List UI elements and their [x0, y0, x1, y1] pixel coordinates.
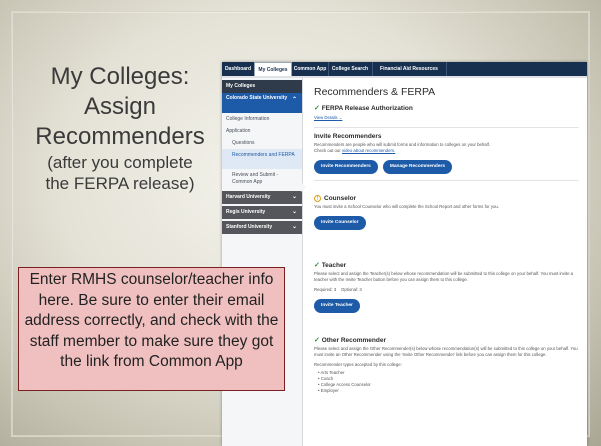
- counselor-heading: Counselor: [324, 195, 357, 202]
- video-link[interactable]: video about recommenders.: [342, 148, 395, 153]
- check-icon: ✓: [314, 105, 320, 112]
- view-details-label: View Details: [314, 115, 338, 120]
- warning-icon: !: [314, 195, 321, 202]
- sidebar-college-colorado[interactable]: Colorado State University ⌃: [222, 93, 302, 113]
- sidebar-item-recommenders[interactable]: Recommenders and FERPA: [222, 149, 302, 169]
- title-line-2: Assign: [83, 93, 157, 120]
- tab-college-search[interactable]: College Search: [328, 62, 373, 76]
- manage-recommenders-button[interactable]: Manage Recommenders: [382, 160, 453, 174]
- subtitle-line-1: (after you complete: [47, 153, 193, 172]
- college-name: Harvard University: [226, 194, 271, 200]
- invite-text-2: Check out our: [314, 148, 341, 153]
- tab-common-app[interactable]: Common App: [292, 62, 329, 76]
- college-name: Colorado State University: [226, 95, 288, 101]
- sidebar-college-harvard[interactable]: Harvard University ⌄: [222, 191, 302, 204]
- college-name: Stanford University: [226, 224, 273, 230]
- other-heading: Other Recommender: [321, 337, 386, 344]
- list-item: Employer: [318, 388, 579, 394]
- page-title: Recommenders & FERPA: [314, 86, 436, 98]
- required-count: Required: 3: [314, 287, 337, 292]
- chevron-down-icon: ⌄: [291, 209, 297, 215]
- sidebar-header: My Colleges: [222, 80, 302, 93]
- invite-section: Invite Recommenders Recommenders are peo…: [314, 133, 579, 181]
- title-line-1: My Colleges:: [50, 63, 190, 90]
- counselor-section: ! Counselor You must invite a School Coun…: [314, 195, 579, 230]
- accepted-types-label: Recommender types accepted by this colle…: [314, 362, 402, 367]
- ferpa-section: ✓ FERPA Release Authorization View Detai…: [314, 104, 579, 128]
- sidebar-item-review-submit[interactable]: Review and Submit - Common App: [222, 169, 302, 189]
- tab-dashboard[interactable]: Dashboard: [222, 62, 255, 76]
- optional-count: Optional: 3: [341, 287, 362, 292]
- top-nav: Dashboard My Colleges Common App College…: [222, 62, 587, 78]
- invite-text-1: Recommenders are people who will submit …: [314, 142, 491, 147]
- college-name: Regis University: [226, 209, 266, 215]
- invite-teacher-button[interactable]: Invite Teacher: [314, 299, 360, 313]
- main-content: Recommenders & FERPA ✓ FERPA Release Aut…: [304, 78, 587, 446]
- sidebar-item-questions[interactable]: Questions: [222, 137, 302, 149]
- teacher-text: Please select and assign the Teacher(s) …: [314, 271, 574, 282]
- ferpa-heading: FERPA Release Authorization: [321, 105, 413, 112]
- tab-financial-aid[interactable]: Financial Aid Resources: [372, 62, 447, 76]
- invite-heading: Invite Recommenders: [314, 133, 382, 140]
- chevron-down-icon: ⌄: [291, 194, 297, 200]
- invite-recommenders-button[interactable]: Invite Recommenders: [314, 160, 378, 174]
- chevron-down-icon: ⌄: [291, 224, 297, 230]
- check-icon: ✓: [314, 262, 320, 269]
- sidebar-college-stanford[interactable]: Stanford University ⌄: [222, 221, 302, 234]
- divider: [314, 127, 579, 128]
- sidebar-college-regis[interactable]: Regis University ⌄: [222, 206, 302, 219]
- invite-text: Recommenders are people who will submit …: [314, 142, 579, 154]
- check-icon: ✓: [314, 337, 320, 344]
- slide-title: My Colleges: Assign Recommenders (after …: [22, 62, 218, 194]
- teacher-heading: Teacher: [321, 262, 347, 269]
- recommender-types-list: Arts Teacher Coach College Access Counse…: [318, 370, 579, 394]
- divider: [314, 180, 579, 181]
- teacher-section: ✓ Teacher Please select and assign the T…: [314, 261, 579, 313]
- teacher-counts: Required: 3 Optional: 3: [314, 287, 579, 293]
- subtitle-line-2: the FERPA release): [45, 174, 195, 193]
- other-text: Please select and assign the Other Recom…: [314, 346, 578, 357]
- invite-counselor-button[interactable]: Invite Counselor: [314, 216, 366, 230]
- sidebar-item-application[interactable]: Application: [222, 125, 302, 137]
- other-recommender-section: ✓ Other Recommender Please select and as…: [314, 336, 579, 394]
- instruction-callout: Enter RMHS counselor/teacher info here. …: [18, 267, 285, 391]
- sidebar-item-college-info[interactable]: College Information: [222, 113, 302, 125]
- title-line-3: Recommenders: [35, 123, 205, 150]
- view-details-link[interactable]: View Details ⌄: [314, 115, 579, 121]
- chevron-up-icon: ⌃: [291, 97, 297, 103]
- counselor-text: You must invite a School Counselor who w…: [314, 204, 499, 209]
- sidebar-other-colleges: Harvard University ⌄ Regis University ⌄ St…: [222, 191, 302, 234]
